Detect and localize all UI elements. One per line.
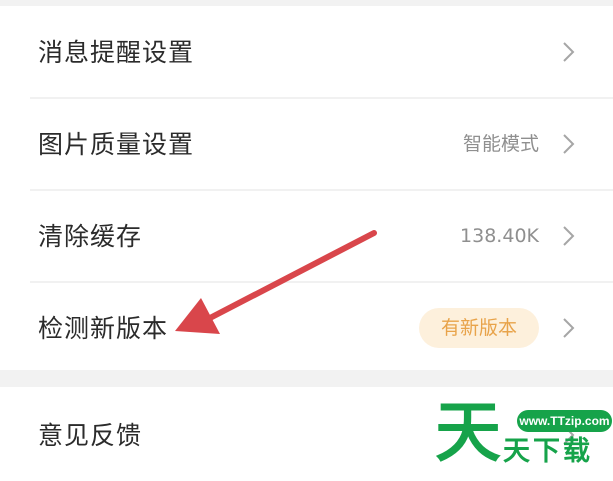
watermark-big-char: 天 xyxy=(435,394,501,471)
watermark-logo: 天 www.TTzip.com 天下载 xyxy=(433,386,613,481)
settings-item-label: 意见反馈 xyxy=(38,420,143,450)
settings-item-clear-cache[interactable]: 清除缓存 138.40K xyxy=(0,190,613,282)
chevron-right-icon xyxy=(563,226,575,246)
settings-item-label: 图片质量设置 xyxy=(38,129,195,159)
watermark-url: www.TTzip.com xyxy=(517,410,612,432)
settings-item-label: 检测新版本 xyxy=(38,313,169,343)
settings-item-message-reminder[interactable]: 消息提醒设置 xyxy=(0,6,613,98)
new-version-badge: 有新版本 xyxy=(418,308,539,348)
settings-item-image-quality[interactable]: 图片质量设置 智能模式 xyxy=(0,98,613,190)
cache-size-value: 138.40K xyxy=(460,224,539,247)
chevron-right-icon xyxy=(563,134,575,154)
settings-item-label: 清除缓存 xyxy=(38,221,143,251)
settings-item-check-update[interactable]: 检测新版本 有新版本 xyxy=(0,282,613,374)
chevron-right-icon xyxy=(563,318,575,338)
settings-card: 消息提醒设置 图片质量设置 智能模式 清除缓存 138.40K 检测新版本 有新… xyxy=(0,6,613,370)
chevron-right-icon xyxy=(563,42,575,62)
watermark-text: 天下载 xyxy=(503,436,593,467)
settings-item-value: 智能模式 xyxy=(462,132,539,155)
settings-item-label: 消息提醒设置 xyxy=(38,37,195,67)
